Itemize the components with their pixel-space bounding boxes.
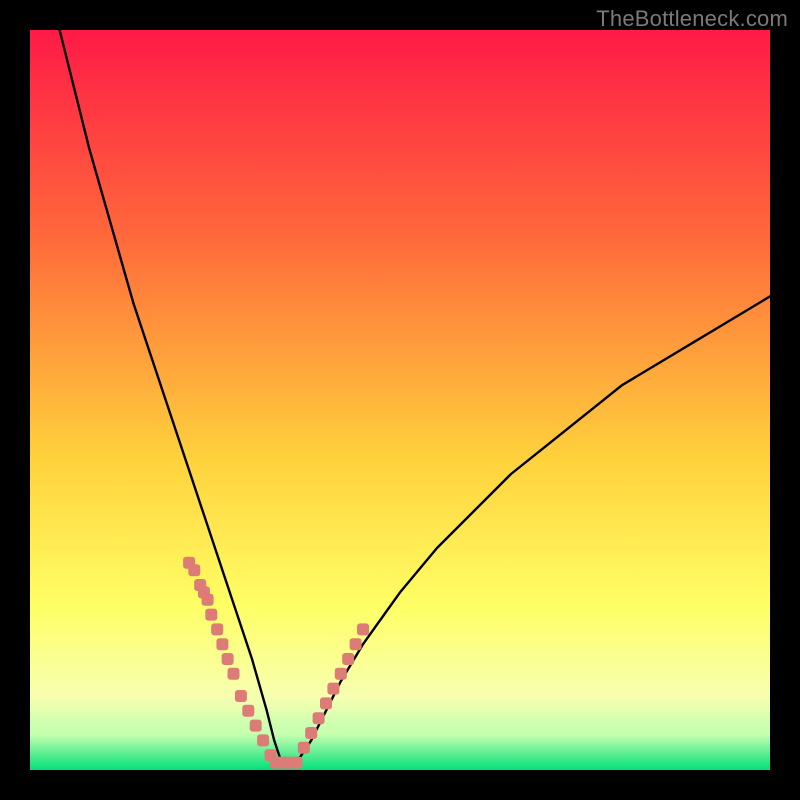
curve-dot [320,697,332,709]
curve-dot [305,727,317,739]
curve-dot [205,609,217,621]
curve-dot [335,668,347,680]
curve-dot [250,720,262,732]
curve-dot [257,734,269,746]
watermark-text: TheBottleneck.com [596,6,788,32]
plot-area [30,30,770,770]
curve-dots [183,557,369,769]
curve-layer [30,30,770,770]
curve-dot [188,564,200,576]
chart-frame: TheBottleneck.com [0,0,800,800]
curve-dot [357,623,369,635]
curve-dot [211,623,223,635]
curve-dot [202,594,214,606]
curve-dot [216,638,228,650]
curve-dot [298,742,310,754]
curve-dot [228,668,240,680]
curve-dot [235,690,247,702]
curve-dot [290,757,302,769]
curve-dot [327,683,339,695]
curve-dot [313,712,325,724]
bottleneck-curve [60,30,770,763]
curve-dot [242,705,254,717]
curve-dot [222,653,234,665]
curve-dot [350,638,362,650]
curve-dot [342,653,354,665]
